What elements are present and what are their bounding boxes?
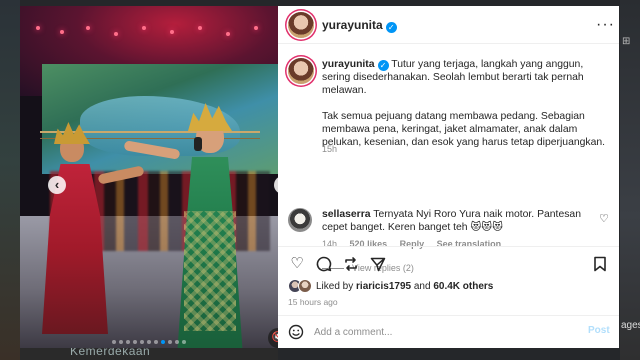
carousel-dot	[140, 340, 144, 344]
verified-badge-icon: ✓	[377, 60, 389, 71]
liker-avatar	[298, 279, 312, 293]
author-username-text[interactable]: yurayunita	[322, 18, 383, 32]
post-comment-button[interactable]: Post	[588, 325, 610, 336]
post-details-panel: yurayunita ✓ ··· yurayunita ✓ Tutur yang t…	[278, 6, 619, 348]
comment-bubble-icon[interactable]	[315, 255, 333, 273]
background-feed-left	[0, 0, 20, 360]
comment-like-heart-icon[interactable]: ♡	[599, 212, 609, 225]
carousel-dot	[119, 340, 123, 344]
caption-username[interactable]: yurayunita	[322, 59, 375, 70]
carousel-dot	[112, 340, 116, 344]
likes-user-link[interactable]: riaricis1795	[356, 281, 411, 292]
carousel-dot	[154, 340, 158, 344]
stage-lights	[30, 26, 270, 56]
comment-body: sellaserra Ternyata Nyi Roro Yura naik m…	[322, 208, 584, 234]
carousel-dot	[126, 340, 130, 344]
background-grid-icon: ⊞	[622, 36, 631, 47]
previous-media-button[interactable]: ‹	[48, 176, 66, 194]
carousel-dot	[182, 340, 186, 344]
author-username[interactable]: yurayunita ✓	[322, 18, 397, 33]
carousel-dot	[168, 340, 172, 344]
author-avatar[interactable]	[288, 12, 314, 38]
save-bookmark-icon[interactable]	[591, 255, 609, 273]
verified-badge-icon: ✓	[385, 22, 397, 33]
caption-paragraph-2: Tak semua pejuang datang membawa pedang.…	[322, 111, 606, 148]
chevron-left-icon: ‹	[54, 177, 60, 192]
more-options-icon[interactable]: ···	[596, 16, 615, 34]
performer-red-costume	[36, 122, 145, 334]
commenter-avatar[interactable]	[288, 208, 312, 232]
background-right-text: ages	[621, 320, 640, 331]
carousel-dot	[133, 340, 137, 344]
caption-author-avatar[interactable]	[288, 58, 314, 84]
post-actions-bar: ♡	[278, 246, 619, 272]
repost-icon[interactable]	[342, 255, 360, 273]
post-media[interactable]: ‹ › 🔇	[20, 6, 278, 348]
carousel-dot	[175, 340, 179, 344]
commenter-username[interactable]: sellaserra	[322, 209, 371, 220]
performer-green-costume	[123, 101, 260, 348]
emoji-smiley-icon[interactable]	[288, 324, 304, 340]
likes-prefix: Liked by	[316, 281, 354, 292]
like-heart-icon[interactable]: ♡	[288, 255, 306, 273]
background-feed-right	[620, 0, 640, 360]
carousel-dot	[147, 340, 151, 344]
likes-text: Liked by riaricis1795 and 60.4K others	[316, 281, 493, 292]
post-caption: yurayunita ✓ Tutur yang terjaga, langkah …	[322, 58, 612, 162]
likes-others-link[interactable]: 60.4K others	[433, 281, 493, 292]
likes-connector: and	[413, 281, 431, 292]
add-comment-input[interactable]	[314, 324, 564, 340]
carousel-dot	[161, 340, 165, 344]
send-paper-plane-icon[interactable]	[369, 255, 387, 273]
carousel-indicator	[20, 340, 278, 346]
comment-composer: Post	[278, 315, 619, 348]
post-age[interactable]: 15 hours ago	[288, 297, 338, 307]
caption-timestamp: 15h	[322, 144, 338, 154]
post-header: yurayunita ✓ ···	[278, 6, 619, 44]
comments-scroll-area[interactable]: yurayunita ✓ Tutur yang terjaga, langkah …	[278, 44, 619, 273]
